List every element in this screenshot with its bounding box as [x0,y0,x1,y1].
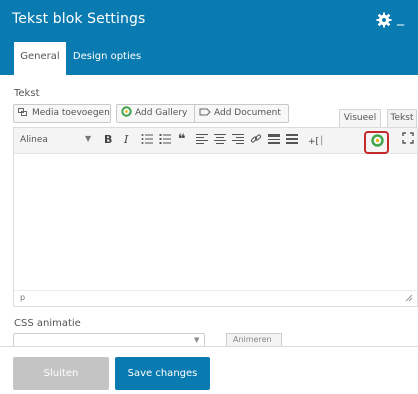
add-document-label: Add Document [214,108,281,118]
media-icon [18,108,27,116]
add-document-button[interactable]: Add Document [194,104,289,123]
numbered-list-icon[interactable] [159,133,171,145]
css-animation-label: CSS animatie [14,318,81,329]
modal-header: Tekst blok Settings _ General Design opt… [0,0,418,75]
separator-icon: | [320,135,324,146]
close-button[interactable]: Sluiten [13,357,109,390]
bold-button[interactable]: B [104,133,112,147]
insert-shortcode-label: +[ [308,137,320,147]
insert-more-icon[interactable] [268,133,280,145]
toolbar-toggle-icon[interactable] [286,133,298,145]
editor-toolbar: Alinea ▼ B I ❝ +[ | [14,128,417,154]
element-path[interactable]: p [20,293,25,302]
editor-statusbar: p [14,290,417,306]
insert-shortcode-button[interactable]: +[ [308,135,319,149]
add-gallery-button[interactable]: Add Gallery [116,104,202,123]
modal-title: Tekst blok Settings [12,11,146,27]
align-right-icon[interactable] [232,133,244,145]
fullscreen-icon[interactable] [402,132,414,144]
minimize-button[interactable]: _ [397,11,404,25]
chevron-down-icon[interactable]: ▼ [85,134,91,143]
chevron-down-icon: ▼ [194,336,200,344]
add-gallery-label: Add Gallery [135,108,188,118]
blockquote-icon[interactable]: ❝ [178,133,186,147]
add-media-button[interactable]: Media toevoegen [13,104,111,123]
document-icon [199,108,211,116]
add-media-label: Media toevoegen [32,108,110,118]
editor-tab-visueel[interactable]: Visueel [339,109,381,128]
tab-design-opties[interactable]: Design opties [72,42,142,75]
tab-general[interactable]: General [14,42,66,75]
wysiwyg-editor: Alinea ▼ B I ❝ +[ | p [13,127,418,307]
bulleted-list-icon[interactable] [141,133,153,145]
editor-tab-tekst[interactable]: Tekst [387,109,417,128]
tekst-label: Tekst [14,88,40,99]
gear-icon[interactable] [376,12,392,28]
highlight-box [364,131,389,154]
animate-button[interactable]: Animeren [226,333,282,347]
gallery-icon [121,106,132,117]
save-changes-button[interactable]: Save changes [115,357,210,390]
align-left-icon[interactable] [196,133,208,145]
italic-button[interactable]: I [124,133,128,147]
css-animation-select[interactable]: ▼ [13,333,205,347]
modal-footer: Sluiten Save changes [0,346,418,394]
format-select[interactable]: Alinea [20,135,48,145]
align-center-icon[interactable] [214,133,226,145]
resize-handle-icon[interactable] [405,294,413,302]
link-icon[interactable] [250,133,262,145]
